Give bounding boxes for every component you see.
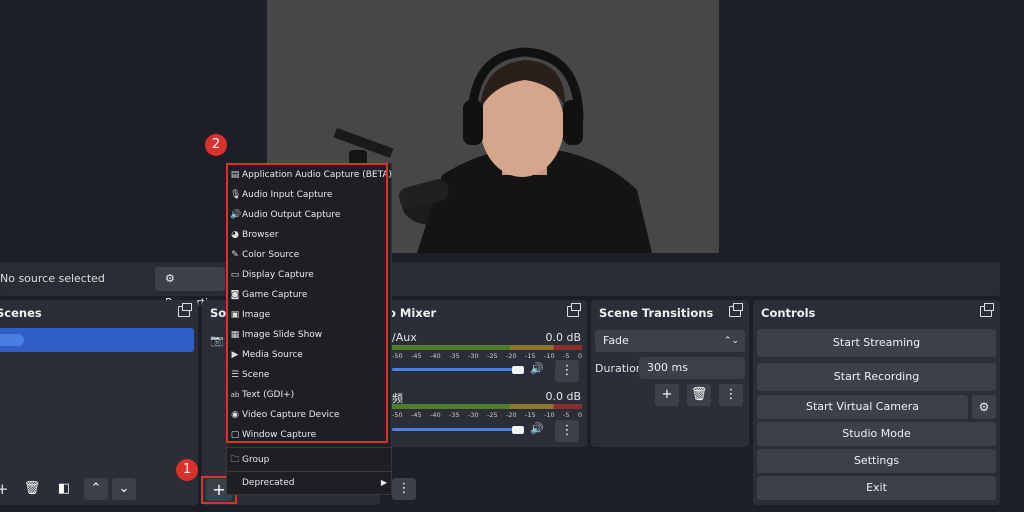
speaker-icon[interactable]: 🔊 <box>530 422 544 435</box>
volume-slider[interactable] <box>392 368 520 371</box>
channel-db: 0.0 dB <box>545 331 581 344</box>
transition-select[interactable]: Fade ⌃⌄ <box>595 330 745 352</box>
virtual-camera-settings-icon[interactable]: ⚙ <box>972 395 996 419</box>
transition-menu-icon[interactable]: ⋮ <box>719 384 743 406</box>
exit-button[interactable]: Exit <box>757 476 996 500</box>
duration-input[interactable]: 300 ms <box>639 357 745 379</box>
mixer-title: o Mixer <box>388 306 437 320</box>
step-badge-2: 2 <box>205 134 227 156</box>
volume-meter <box>392 345 582 350</box>
chevron-updown-icon: ⌃⌄ <box>723 336 739 346</box>
menu-highlight-box <box>226 163 388 443</box>
step-badge-1: 1 <box>176 459 198 481</box>
channel-db: 0.0 dB <box>545 390 581 403</box>
speaker-icon[interactable]: 🔊 <box>530 362 544 375</box>
duration-label: Duration <box>595 362 643 375</box>
move-down-icon[interactable]: ⌄ <box>112 478 136 500</box>
channel-menu-icon[interactable]: ⋮ <box>555 420 579 442</box>
channel-name: /Aux <box>392 331 417 344</box>
meter-scale: -50 -45 -40 -35 -30 -25 -20 -15 -10 -5 0 <box>392 352 582 360</box>
dock-float-icon[interactable] <box>729 303 743 317</box>
volume-meter <box>392 404 582 409</box>
transitions-title: Scene Transitions <box>599 306 714 320</box>
gear-icon: ⚙ <box>165 272 175 285</box>
scene-transitions-dock: Scene Transitions Fade ⌃⌄ Duration 300 m… <box>591 300 749 447</box>
add-scene-icon[interactable]: + <box>0 480 9 498</box>
trash-icon[interactable]: 🗑 <box>687 384 711 406</box>
move-up-icon[interactable]: ⌃ <box>84 478 108 500</box>
scenes-title: Scenes <box>0 306 42 320</box>
volume-slider[interactable] <box>392 428 520 431</box>
studio-mode-button[interactable]: Studio Mode <box>757 422 996 446</box>
scene-item-selected[interactable] <box>0 328 194 352</box>
chevron-right-icon: ▶ <box>380 478 387 487</box>
meter-scale: -50 -45 -40 -35 -30 -25 -20 -15 -10 -5 0 <box>392 411 582 419</box>
menu-divider <box>227 471 391 472</box>
trash-icon[interactable]: 🗑 <box>20 478 44 500</box>
filter-icon[interactable]: ◧ <box>52 478 76 500</box>
controls-title: Controls <box>761 306 816 320</box>
start-streaming-button[interactable]: Start Streaming <box>757 329 996 357</box>
sources-title: So <box>210 306 227 320</box>
controls-dock: Controls Start Streaming Start Recording… <box>753 300 1000 505</box>
audio-mixer-dock: o Mixer /Aux 0.0 dB -50 -45 -40 -35 -30 -25 -2… <box>384 300 587 447</box>
no-source-label: No source selected <box>0 272 105 285</box>
properties-button[interactable]: ⚙ Properties <box>155 267 225 309</box>
dock-float-icon[interactable] <box>980 303 994 317</box>
dock-float-icon[interactable] <box>178 303 192 317</box>
menu-item-deprecated[interactable]: Deprecated ▶ <box>227 473 391 493</box>
dock-float-icon[interactable] <box>567 303 581 317</box>
start-recording-button[interactable]: Start Recording <box>757 363 996 391</box>
menu-divider <box>227 447 391 448</box>
source-context-bar: No source selected ⚙ Properties <box>0 262 1000 309</box>
start-virtual-camera-button[interactable]: Start Virtual Camera <box>757 395 968 419</box>
volume-slider-handle[interactable] <box>512 426 524 434</box>
volume-slider-handle[interactable] <box>512 366 524 374</box>
scene-item-thumb <box>0 334 24 346</box>
scenes-dock: Scenes + 🗑 ◧ ⌃ ⌄ <box>0 300 198 505</box>
menu-item-group[interactable]: 🗀 Group <box>227 450 391 470</box>
channel-menu-icon[interactable]: ⋮ <box>555 360 579 382</box>
more-options-icon[interactable]: ⋮ <box>392 478 416 500</box>
settings-button[interactable]: Settings <box>757 449 996 473</box>
scenes-toolbar: + 🗑 ◧ ⌃ ⌄ <box>0 478 196 502</box>
add-transition-button[interactable]: + <box>655 384 679 406</box>
camera-source-icon: 📷 <box>210 334 224 347</box>
folder-icon: 🗀 <box>230 455 240 465</box>
